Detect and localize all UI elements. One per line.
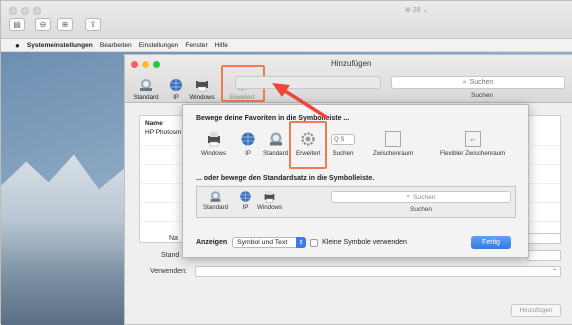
use-label: Verwenden: [150, 268, 187, 275]
customize-toolbar-sheet: Bewege deine Favoriten in die Symbolleis… [182, 104, 529, 258]
default-search-placeholder: Suchen [413, 193, 436, 201]
menu-hilfe[interactable]: Hilfe [215, 42, 228, 49]
outer-window: ▤ ⊖ ⊕ ⇪ ⊕ 28 ⌄ ● Systemeinstellungen Bea… [0, 0, 572, 325]
search-icon: ⌕ [406, 193, 411, 200]
sidebar-toggle-button[interactable]: ▤ [9, 18, 25, 31]
windows-printer-icon [264, 190, 275, 203]
search-icon: ⌕ [462, 78, 467, 86]
zoom-out-button[interactable]: ⊖ [35, 18, 51, 31]
globe-icon [241, 132, 255, 146]
table-row[interactable]: HP Photosm [145, 129, 181, 136]
menu-fenster[interactable]: Fenster [185, 42, 207, 49]
location-label: Stand [161, 252, 180, 259]
windows-printer-icon [207, 132, 220, 147]
location-field[interactable] [527, 250, 561, 261]
zoom-in-button[interactable]: ⊕ [57, 18, 73, 31]
outer-window-titlebar: ▤ ⊖ ⊕ ⇪ ⊕ 28 ⌄ [1, 1, 572, 39]
search-field-icon: Q S [331, 134, 355, 145]
favorite-space[interactable]: Zwischenraum [373, 131, 413, 157]
name-field[interactable] [527, 233, 561, 244]
search-label: Suchen [471, 92, 494, 99]
favorite-flexible-space-label: Flexibler Zwischenraum [440, 150, 506, 157]
default-windows-label: Windows [257, 204, 283, 211]
show-mode-value: Symbol und Text [237, 239, 288, 246]
favorite-windows-label: Windows [201, 150, 227, 157]
use-select[interactable]: ⌃ [195, 266, 561, 277]
space-icon [385, 131, 402, 147]
globe-icon [170, 79, 182, 91]
menu-bearbeiten[interactable]: Bearbeiten [100, 42, 132, 49]
add-button[interactable]: Hinzufügen [511, 304, 561, 317]
default-set-heading: ... oder bewege den Standardsatz in die … [196, 175, 375, 182]
small-icons-checkbox[interactable] [310, 238, 319, 247]
favorite-standard-label: Standard [263, 150, 289, 157]
default-ip-label: IP [242, 204, 249, 211]
default-set-box[interactable]: Standard IP Windows ⌕ Suchen Suchen [196, 186, 516, 218]
menubar: ● Systemeinstellungen Bearbeiten Einstel… [1, 39, 572, 52]
toolbar-standard-label: Standard [133, 94, 159, 101]
column-header-name[interactable]: Name [145, 120, 163, 127]
default-search-label: Suchen [410, 206, 433, 213]
zoom-indicator[interactable]: ⊕ 28 ⌄ [405, 6, 428, 14]
apple-menu-icon[interactable]: ● [15, 41, 20, 50]
name-label: Na [169, 235, 178, 242]
search-placeholder: Suchen [469, 79, 494, 86]
chevron-updown-icon: ⇕ [296, 237, 307, 248]
done-button[interactable]: Fertig [471, 236, 511, 249]
zoom-button[interactable] [153, 61, 160, 68]
window-title: Hinzufügen [331, 59, 372, 68]
favorite-search-label: Suchen [332, 150, 354, 157]
menu-systemeinstellungen[interactable]: Systemeinstellungen [27, 42, 93, 49]
windows-printer-icon [196, 78, 208, 92]
outer-minimize-button[interactable] [21, 7, 29, 15]
printer-icon [210, 191, 221, 202]
share-button[interactable]: ⇪ [85, 18, 101, 31]
toolbar-ip-label: IP [173, 94, 179, 101]
show-mode-select[interactable]: Symbol und Text ⇕ [232, 237, 307, 248]
toolbar-windows[interactable]: Windows [187, 71, 217, 101]
default-standard: Standard [203, 190, 228, 211]
mountain-wallpaper [1, 154, 141, 325]
close-button[interactable] [131, 61, 138, 68]
erweitert-favorite-highlight [289, 121, 327, 169]
outer-zoom-button[interactable] [33, 7, 41, 15]
globe-icon [240, 191, 251, 202]
small-icons-label[interactable]: Kleine Symbole verwenden [322, 239, 407, 246]
sheet-footer: Anzeigen Symbol und Text ⇕ Kleine Symbol… [196, 237, 407, 248]
favorite-space-label: Zwischenraum [373, 150, 414, 157]
favorite-flexible-space[interactable]: ↔ Flexibler Zwischenraum [440, 131, 505, 157]
default-ip: IP [239, 190, 252, 211]
printer-icon [269, 132, 282, 146]
default-windows: Windows [257, 190, 282, 211]
toolbar-windows-label: Windows [189, 94, 215, 101]
flexible-space-icon: ↔ [464, 131, 481, 147]
printer-icon [140, 79, 152, 91]
toolbar-placeholder-field [235, 76, 381, 89]
favorite-ip[interactable]: IP [240, 131, 256, 157]
menu-einstellungen[interactable]: Einstellungen [139, 42, 179, 49]
search-input[interactable]: ⌕ Suchen [391, 76, 565, 89]
favorite-standard[interactable]: Standard [263, 131, 288, 157]
default-search-field: ⌕ Suchen [331, 191, 511, 203]
favorite-windows[interactable]: Windows [201, 131, 226, 157]
default-standard-label: Standard [203, 204, 229, 211]
add-printer-titlebar: Hinzufügen Standard IP Windows Erweitert… [125, 55, 572, 103]
favorite-ip-label: IP [245, 150, 251, 157]
show-label: Anzeigen [196, 239, 228, 246]
toolbar-standard[interactable]: Standard [131, 71, 161, 101]
favorite-search[interactable]: Q S Suchen [331, 134, 355, 157]
minimize-button[interactable] [142, 61, 149, 68]
outer-close-button[interactable] [9, 7, 17, 15]
